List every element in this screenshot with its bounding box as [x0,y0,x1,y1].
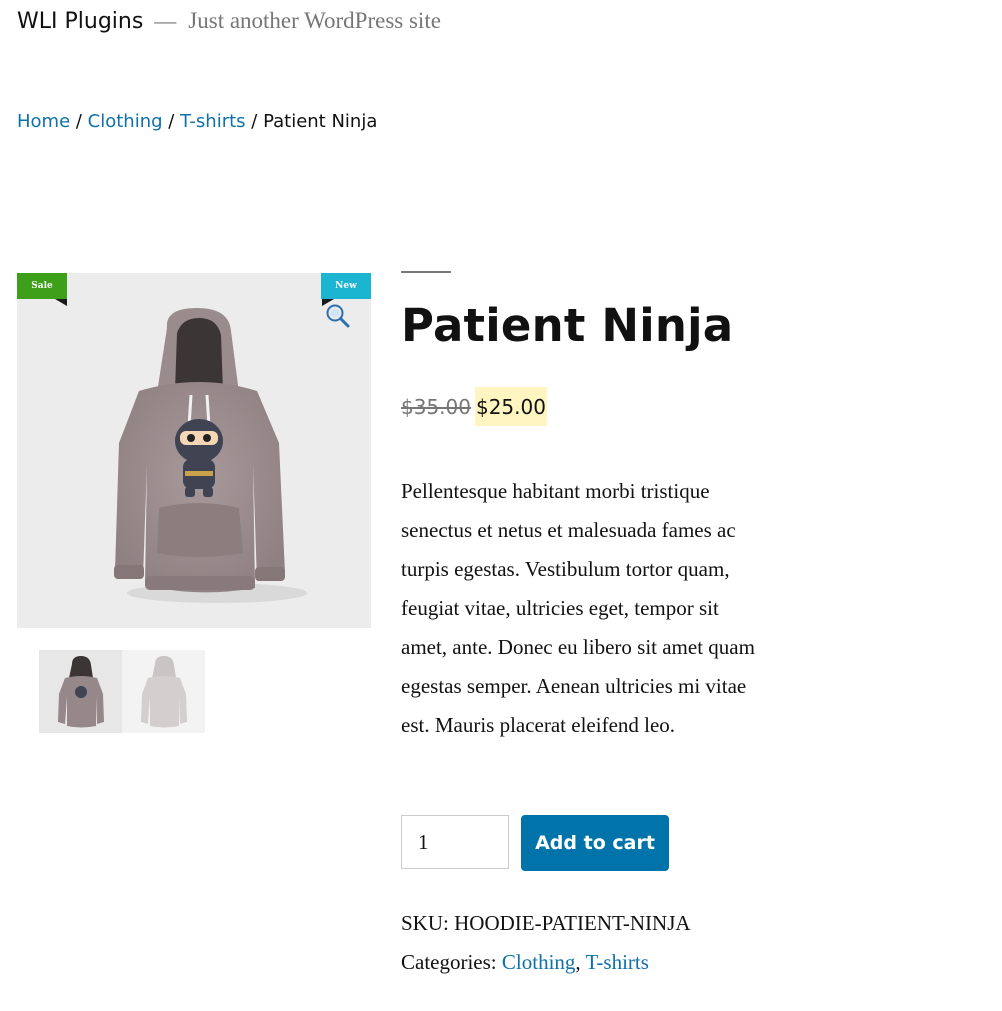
hoodie-front-thumbnail-icon [58,656,104,728]
price-sale: $25.00 [474,387,547,426]
category-link-clothing[interactable]: Clothing [502,950,576,974]
sku-label: SKU: [401,911,449,935]
site-header: WLI Plugins — Just another WordPress sit… [17,8,441,34]
sku-line: SKU: HOODIE-PATIENT-NINJA [401,904,761,943]
thumbnail-hoodie-front[interactable] [39,650,122,733]
breadcrumb-separator: / [162,111,181,132]
breadcrumb-clothing-link[interactable]: Clothing [88,111,163,132]
hoodie-image [114,308,307,603]
categories-label: Categories: [401,950,497,974]
price-original: $35.00 [401,394,471,419]
hoodie-back-thumbnail-icon [141,656,187,728]
breadcrumb-home-link[interactable]: Home [17,111,70,132]
breadcrumb-separator: / [245,111,264,132]
quantity-input[interactable] [401,815,509,869]
sku-value: HOODIE-PATIENT-NINJA [454,911,691,935]
thumbnail-strip [39,650,205,733]
thumbnail-hoodie-back[interactable] [122,650,205,733]
search-zoom-icon[interactable] [325,303,351,329]
sale-badge: Sale [17,273,67,299]
breadcrumb-tshirts-link[interactable]: T-shirts [180,111,245,132]
add-to-cart-form: Add to cart [401,815,669,871]
title-separator: — [154,8,177,33]
title-divider [401,271,451,273]
new-badge: New [321,273,371,299]
product-price: $35.00 $25.00 [401,387,547,426]
site-tagline: Just another WordPress site [188,8,441,33]
breadcrumb: Home / Clothing / T-shirts / Patient Nin… [17,111,377,132]
category-separator: , [575,950,586,974]
product-short-description: Pellentesque habitant morbi tristique se… [401,479,755,737]
sale-badge-tail [55,299,67,306]
site-title[interactable]: WLI Plugins [17,9,143,34]
categories-line: Categories: Clothing, T-shirts [401,943,761,982]
category-link-tshirts[interactable]: T-shirts [586,950,649,974]
breadcrumb-separator: / [70,111,88,132]
breadcrumb-current: Patient Ninja [263,111,378,132]
product-summary: Patient Ninja $35.00 $25.00 Pellentesque… [401,271,761,974]
add-to-cart-button[interactable]: Add to cart [521,815,669,871]
product-meta: SKU: HOODIE-PATIENT-NINJA Categories: Cl… [401,904,761,982]
product-title: Patient Ninja [401,299,734,352]
product-main-image[interactable]: Sale New [17,273,371,628]
